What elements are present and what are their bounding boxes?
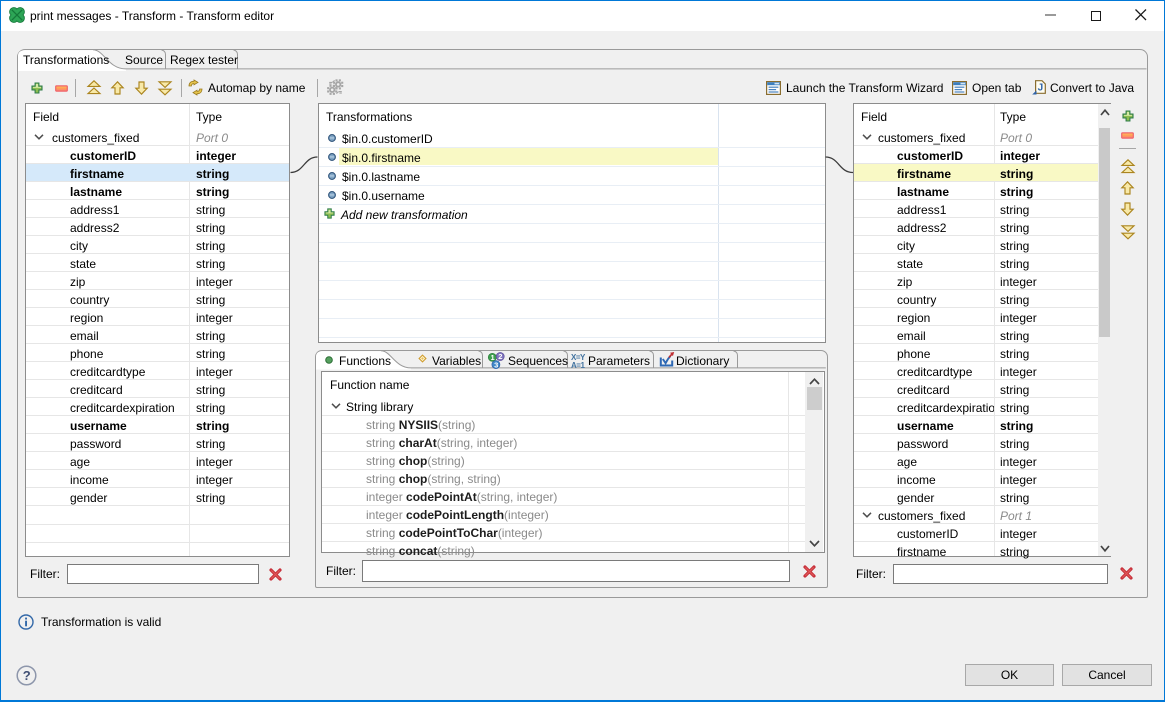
svg-text:A=1: A=1 bbox=[571, 361, 585, 370]
svg-text:2: 2 bbox=[498, 352, 502, 361]
svg-text:3: 3 bbox=[494, 360, 498, 369]
svg-text:?: ? bbox=[23, 668, 31, 683]
